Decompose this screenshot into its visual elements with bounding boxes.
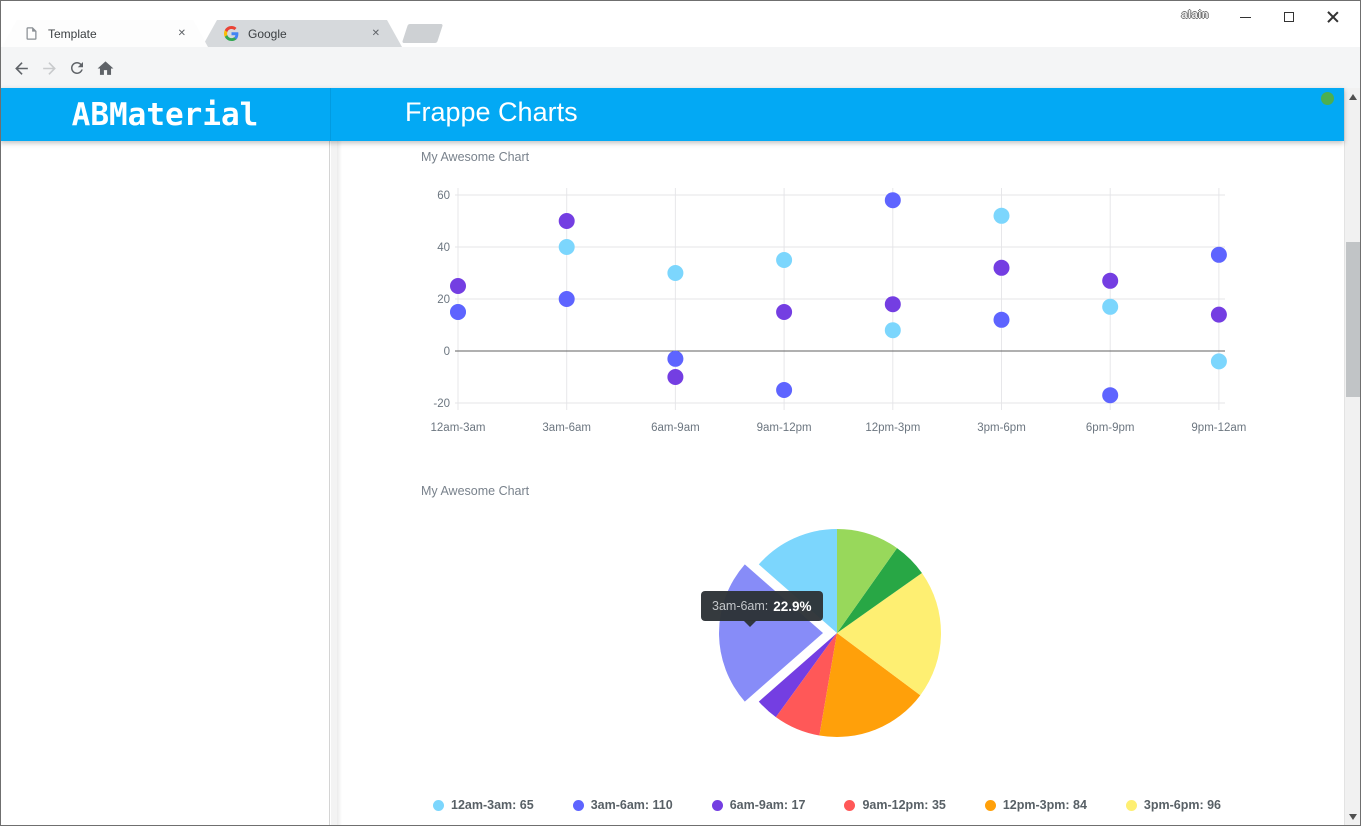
svg-text:3am-6am: 3am-6am (542, 422, 591, 434)
forward-icon (40, 59, 59, 78)
logo-area: ABMaterial (0, 88, 331, 141)
tooltip-value: 22.9% (773, 599, 811, 614)
scroll-up-icon[interactable] (1349, 94, 1357, 100)
legend-label: 3pm-6pm: 96 (1144, 798, 1221, 812)
tab-template[interactable]: Template ✕ (2, 20, 208, 47)
legend-dot-icon (1126, 800, 1137, 811)
scatter-chart[interactable]: 60 40 20 0 -20 12am-3am 3am-6am 6am-9am 9am-12pm… (420, 172, 1250, 440)
svg-text:6am-9am: 6am-9am (651, 422, 700, 434)
reload-button[interactable] (64, 55, 90, 81)
legend-dot-icon (573, 800, 584, 811)
legend-label: 12am-3am: 65 (451, 798, 534, 812)
page-favicon-icon (24, 26, 39, 41)
tab-close-icon[interactable]: ✕ (372, 28, 380, 39)
svg-text:9am-12pm: 9am-12pm (757, 422, 812, 434)
back-button[interactable] (8, 55, 34, 81)
svg-text:20: 20 (437, 294, 450, 306)
svg-text:60: 60 (437, 190, 450, 202)
app-header: ABMaterial Frappe Charts (0, 88, 1344, 141)
pie-legend: 12am-3am: 65 3am-6am: 110 6am-9am: 17 9am-1… (433, 798, 1260, 812)
profile-name[interactable]: alain (1181, 9, 1209, 21)
legend-item: 9am-12pm: 35 (844, 798, 945, 812)
legend-item: 3am-6am: 110 (573, 798, 673, 812)
svg-text:3pm-6pm: 3pm-6pm (977, 422, 1026, 434)
maximize-button[interactable] (1267, 4, 1311, 30)
tooltip-label: 3am-6am: (712, 599, 768, 613)
svg-text:12am-3am: 12am-3am (431, 422, 486, 434)
home-button[interactable] (92, 55, 118, 81)
svg-text:40: 40 (437, 242, 450, 254)
legend-dot-icon (985, 800, 996, 811)
maximize-icon (1284, 12, 1294, 22)
tab-title: Google (248, 27, 366, 41)
svg-text:0: 0 (444, 346, 450, 358)
legend-dot-icon (712, 800, 723, 811)
vertical-scrollbar[interactable] (1344, 88, 1361, 826)
legend-dot-icon (433, 800, 444, 811)
status-dot (1321, 92, 1334, 105)
legend-dot-icon (844, 800, 855, 811)
legend-label: 6am-9am: 17 (730, 798, 806, 812)
legend-label: 12pm-3pm: 84 (1003, 798, 1087, 812)
chart-tooltip: 3am-6am: 22.9% (701, 591, 823, 621)
forward-button[interactable] (36, 55, 62, 81)
page-title: Frappe Charts (405, 97, 578, 128)
google-favicon-icon (224, 26, 239, 41)
close-icon (1327, 11, 1339, 23)
browser-toolbar: localhost:51042/template/ABMPageTemplate… (0, 47, 1361, 88)
legend-label: 3am-6am: 110 (591, 798, 673, 812)
pie-chart-title: My Awesome Chart (421, 484, 529, 498)
legend-item: 3pm-6pm: 96 (1126, 798, 1221, 812)
scatter-chart-title: My Awesome Chart (421, 150, 529, 164)
tab-title: Template (48, 27, 172, 41)
back-icon (12, 59, 31, 78)
scroll-down-icon[interactable] (1349, 814, 1357, 820)
tab-close-icon[interactable]: ✕ (178, 28, 186, 39)
svg-text:12pm-3pm: 12pm-3pm (865, 422, 920, 434)
abmaterial-logo: ABMaterial (72, 97, 259, 133)
legend-label: 9am-12pm: 35 (862, 798, 945, 812)
window-titlebar: Template ✕ Google ✕ alain (0, 0, 1361, 47)
tab-google[interactable]: Google ✕ (202, 20, 402, 47)
scrollbar-thumb[interactable] (1346, 242, 1360, 397)
close-button[interactable] (1311, 4, 1355, 30)
home-icon (96, 59, 115, 78)
minimize-button[interactable] (1223, 4, 1267, 30)
new-tab-button[interactable] (402, 24, 443, 43)
pie-chart[interactable] (700, 515, 962, 755)
content-edge-shadow (337, 141, 342, 826)
reload-icon (68, 59, 86, 77)
svg-text:6pm-9pm: 6pm-9pm (1086, 422, 1135, 434)
minimize-icon (1240, 17, 1251, 18)
sidebar (0, 141, 330, 826)
svg-text:-20: -20 (433, 398, 450, 410)
legend-item: 12pm-3pm: 84 (985, 798, 1087, 812)
legend-item: 6am-9am: 17 (712, 798, 806, 812)
svg-text:9pm-12am: 9pm-12am (1191, 422, 1246, 434)
legend-item: 12am-3am: 65 (433, 798, 534, 812)
